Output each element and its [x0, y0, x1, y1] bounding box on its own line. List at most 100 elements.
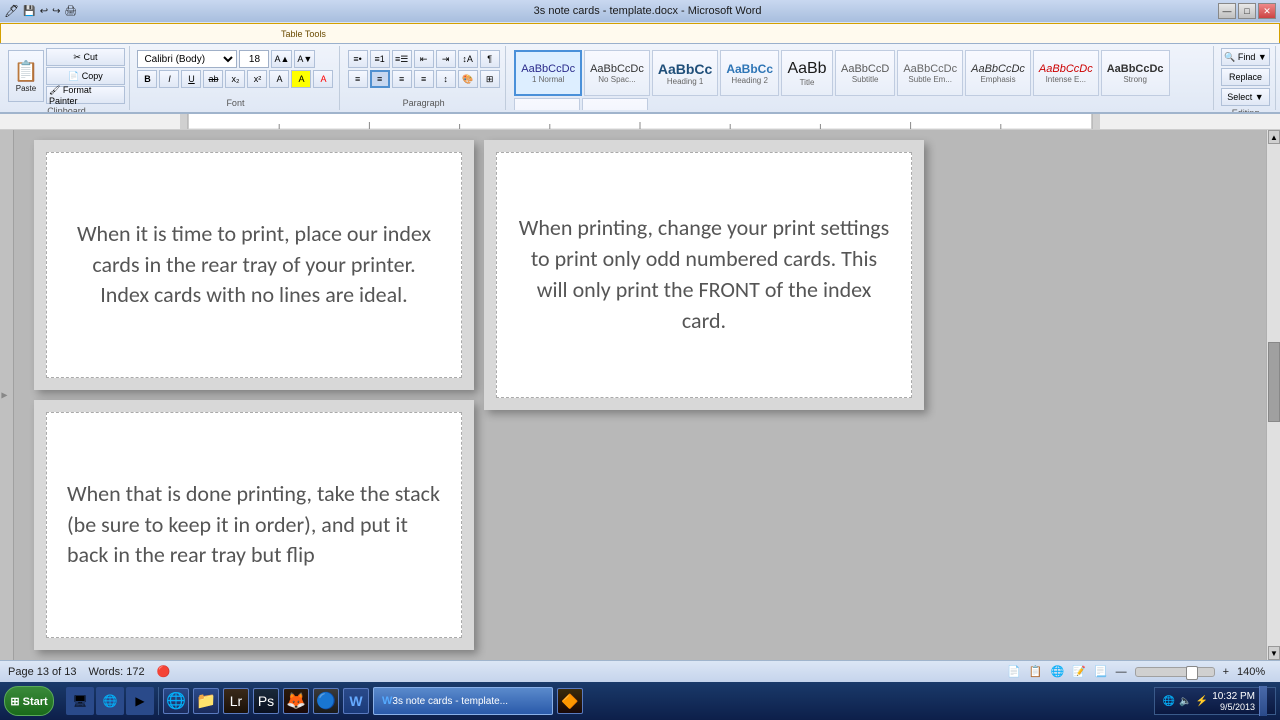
scroll-up-button[interactable]: ▲ [1268, 130, 1280, 144]
maximize-button[interactable]: □ [1238, 3, 1256, 19]
taskbar-firefox-btn[interactable]: 🦊 [283, 688, 309, 714]
underline-button[interactable]: U [181, 70, 201, 88]
numbering-button[interactable]: ≡1 [370, 50, 390, 68]
quick-access-redo[interactable]: ↪ [52, 6, 60, 17]
style-heading1[interactable]: AaBbCc Heading 1 [652, 50, 718, 96]
font-format-row: B I U ab x₂ x² A A A [137, 70, 333, 88]
index-card-2[interactable]: When printing, change your print setting… [496, 152, 912, 398]
view-draft[interactable]: 📃 [1094, 665, 1108, 678]
clipboard-buttons: 📋 Paste ✂ Cut 📄 Copy 🖌 Format Painter [8, 48, 125, 104]
format-painter-button[interactable]: 🖌 Format Painter [46, 86, 125, 104]
word-doc-icon: W [382, 695, 392, 707]
clock-area: 10:32 PM 9/5/2013 [1212, 691, 1255, 712]
line-spacing-button[interactable]: ↕ [436, 70, 456, 88]
bold-button[interactable]: B [137, 70, 157, 88]
taskbar-media[interactable]: ▶ [126, 687, 154, 715]
taskbar-explorer-btn[interactable]: 📁 [193, 688, 219, 714]
font-color-button[interactable]: A [313, 70, 333, 88]
sort-button[interactable]: ↕A [458, 50, 478, 68]
style-subtle-em[interactable]: AaBbCcDc Subtle Em... [897, 50, 963, 96]
replace-button[interactable]: Replace [1221, 68, 1270, 86]
style-intense-e[interactable]: AaBbCcDc Intense E... [1033, 50, 1099, 96]
zoom-slider-thumb[interactable] [1186, 666, 1198, 680]
zoom-out-button[interactable]: — [1116, 666, 1127, 678]
scrollbar-thumb[interactable] [1268, 342, 1280, 422]
title-bar-left: 🖊 💾 ↩ ↪ 🖨 [4, 4, 77, 18]
taskbar-vlc-btn[interactable]: 🔶 [557, 688, 583, 714]
vertical-scrollbar[interactable]: ▲ ▼ [1266, 130, 1280, 660]
strikethrough-button[interactable]: ab [203, 70, 223, 88]
taskbar-lightroom-btn[interactable]: Lr [223, 688, 249, 714]
style-no-spacing[interactable]: AaBbCcDc No Spac... [584, 50, 650, 96]
start-button[interactable]: ⊞ Start [4, 686, 54, 716]
style-heading2[interactable]: AaBbCc Heading 2 [720, 50, 779, 96]
borders-button[interactable]: ⊞ [480, 70, 500, 88]
style-subtitle[interactable]: AaBbCcD Subtitle [835, 50, 895, 96]
bullets-button[interactable]: ≡• [348, 50, 368, 68]
minimize-button[interactable]: — [1218, 3, 1236, 19]
style-strong[interactable]: AaBbCcDc Strong [1101, 50, 1170, 96]
view-print-layout[interactable]: 📄 [1007, 665, 1021, 678]
increase-indent-button[interactable]: ⇥ [436, 50, 456, 68]
style-title[interactable]: AaBb Title [781, 50, 833, 96]
font-shrink-button[interactable]: A▼ [294, 50, 315, 68]
style-emphasis[interactable]: AaBbCcDc Emphasis [965, 50, 1031, 96]
taskbar-word-btn[interactable]: W [343, 688, 369, 714]
zoom-level[interactable]: 140% [1237, 666, 1272, 678]
zoom-in-button[interactable]: + [1223, 666, 1229, 678]
scroll-down-button[interactable]: ▼ [1268, 646, 1280, 660]
copy-button[interactable]: 📄 Copy [46, 67, 125, 85]
word-icon: W [349, 693, 362, 709]
superscript-button[interactable]: x² [247, 70, 267, 88]
editing-buttons: 🔍 Find ▼ Replace Select ▼ [1221, 48, 1270, 106]
show-marks-button[interactable]: ¶ [480, 50, 500, 68]
italic-button[interactable]: I [159, 70, 179, 88]
taskbar-word-document[interactable]: W 3s note cards - template... [373, 687, 553, 715]
taskbar-ie-btn[interactable]: 🌐 [163, 688, 189, 714]
decrease-indent-button[interactable]: ⇤ [414, 50, 434, 68]
view-full-reading[interactable]: 📋 [1029, 665, 1043, 678]
view-web-layout[interactable]: 🌐 [1050, 665, 1064, 678]
close-button[interactable]: ✕ [1258, 3, 1276, 19]
taskbar-photoshop-btn[interactable]: Ps [253, 688, 279, 714]
card-page-2: When printing, change your print setting… [484, 140, 924, 410]
spell-check-icon[interactable]: 🔴 [157, 665, 171, 678]
subscript-button[interactable]: x₂ [225, 70, 245, 88]
justify-button[interactable]: ≡ [414, 70, 434, 88]
index-card-1[interactable]: When it is time to print, place our inde… [46, 152, 462, 378]
editing-group: 🔍 Find ▼ Replace Select ▼ Editing [1216, 46, 1276, 110]
taskbar-show-desktop[interactable]: 🖥 [66, 687, 94, 715]
align-right-button[interactable]: ≡ [392, 70, 412, 88]
align-left-button[interactable]: ≡ [348, 70, 368, 88]
text-effects-button[interactable]: A [269, 70, 289, 88]
select-button[interactable]: Select ▼ [1221, 88, 1270, 106]
card-1-text: When it is time to print, place our inde… [67, 219, 441, 311]
style-intense-q[interactable]: AaBbCcDc Intense Q... [582, 98, 648, 110]
cut-button[interactable]: ✂ Cut [46, 48, 125, 66]
index-card-3[interactable]: When that is done printing, take the sta… [46, 412, 462, 638]
highlight-button[interactable]: A [291, 70, 311, 88]
taskbar-ie[interactable]: 🌐 [96, 687, 124, 715]
multilevel-list-button[interactable]: ≡☰ [392, 50, 412, 68]
zoom-slider[interactable] [1135, 667, 1215, 677]
paste-button[interactable]: 📋 Paste [8, 50, 44, 102]
app-icon: 🖊 [4, 4, 19, 18]
style-quote[interactable]: AaBbCcDc Quote [514, 98, 580, 110]
taskbar-chrome-btn[interactable]: 🔵 [313, 688, 339, 714]
document-title: 3s note cards - template.docx - Microsof… [77, 5, 1218, 17]
font-grow-button[interactable]: A▲ [271, 50, 292, 68]
find-button[interactable]: 🔍 Find ▼ [1221, 48, 1270, 66]
align-center-button[interactable]: ≡ [370, 70, 390, 88]
shading-button[interactable]: 🎨 [458, 70, 478, 88]
font-name-select[interactable]: Calibri (Body) [137, 50, 237, 68]
style-normal[interactable]: AaBbCcDc 1 Normal [514, 50, 582, 96]
quick-access-print[interactable]: 🖨 [64, 6, 77, 17]
clipboard-group: 📋 Paste ✂ Cut 📄 Copy 🖌 Format Painter Cl… [4, 46, 130, 110]
quick-access-save[interactable]: 💾 [23, 6, 35, 17]
taskbar: ⊞ Start 🖥 🌐 ▶ 🌐 📁 Lr Ps 🦊 🔵 W W 3s note … [0, 682, 1280, 720]
clipboard-label: Clipboard [47, 104, 86, 114]
font-size-input[interactable] [239, 50, 269, 68]
view-outline[interactable]: 📝 [1072, 665, 1086, 678]
quick-access-undo[interactable]: ↩ [40, 6, 48, 17]
show-desktop-button[interactable] [1259, 686, 1267, 716]
